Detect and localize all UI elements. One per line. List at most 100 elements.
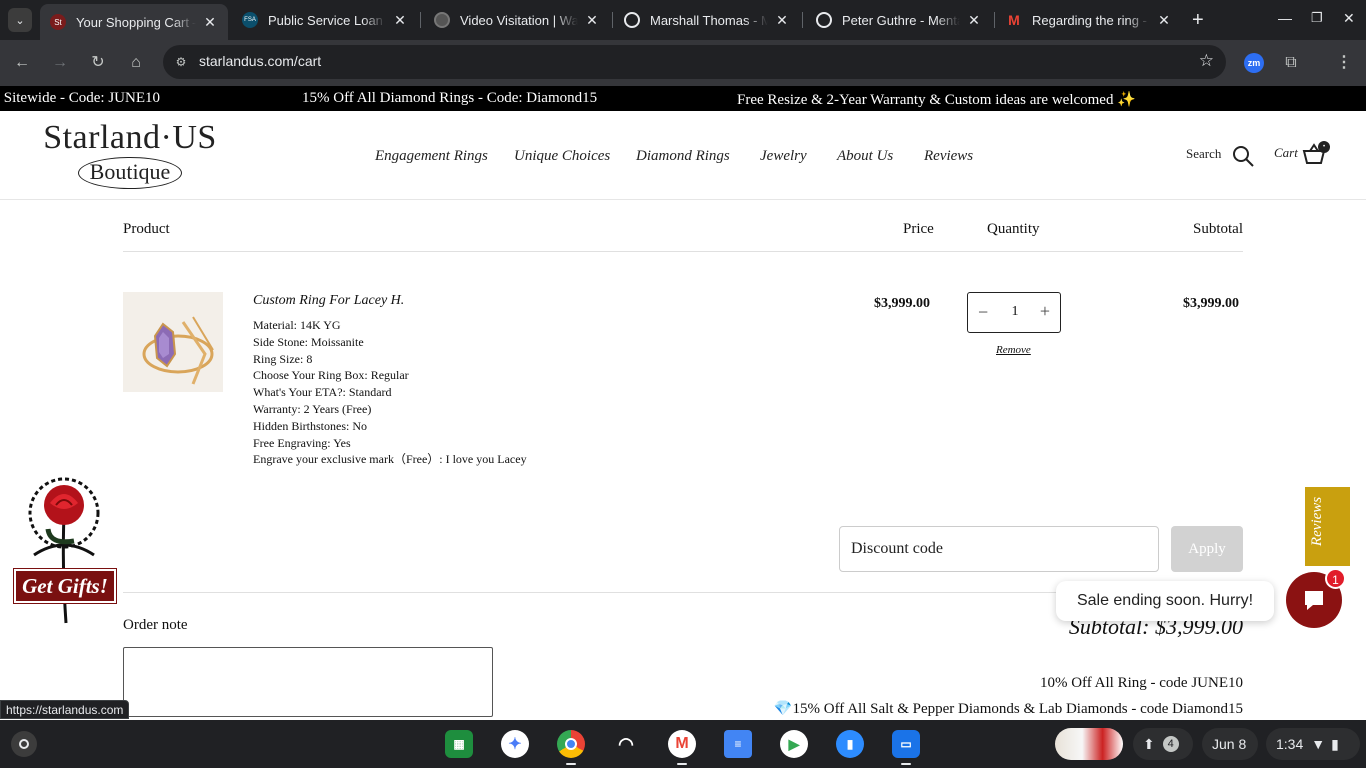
extensions-puzzle-icon[interactable]: ⧉	[1280, 53, 1302, 73]
header-divider	[123, 251, 1243, 252]
minimize-icon[interactable]: —	[1278, 10, 1292, 26]
globe-favicon-icon	[434, 12, 450, 28]
property-engraving-text: Engrave your exclusive mark（Free）: I lov…	[253, 452, 527, 467]
cart-label[interactable]: Cart	[1274, 145, 1298, 161]
column-subtotal: Subtotal	[1193, 221, 1244, 237]
search-icon[interactable]	[1231, 144, 1255, 168]
site-header: Starland·US Boutique Engagement Rings Un…	[0, 111, 1366, 200]
property-eta: What's Your ETA?: Standard	[253, 385, 392, 400]
chrome-app-icon[interactable]	[557, 730, 585, 758]
gemini-app-icon[interactable]: ✦	[501, 730, 529, 758]
announcement-item: Free Resize & 2-Year Warranty & Custom i…	[737, 92, 1136, 108]
forward-arrow-icon[interactable]: →	[49, 53, 71, 73]
restore-window-icon[interactable]: ❐	[1311, 10, 1323, 26]
search-label[interactable]: Search	[1186, 146, 1221, 162]
nav-unique-choices[interactable]: Unique Choices	[514, 148, 610, 165]
docs-app-icon[interactable]: ≡	[724, 730, 752, 758]
nav-about-us[interactable]: About Us	[837, 148, 893, 165]
address-bar[interactable]: ⚙ starlandus.com/cart ☆	[163, 45, 1226, 79]
launcher-icon[interactable]	[11, 731, 37, 757]
nav-diamond-rings[interactable]: Diamond Rings	[636, 148, 730, 165]
tab-video-visitation[interactable]: Video Visitation | Was ✕	[424, 4, 610, 36]
remove-item-link[interactable]: Remove	[996, 344, 1031, 356]
running-indicator	[677, 763, 687, 765]
status-tray[interactable]: 1:34 ▼ ▮	[1266, 728, 1360, 760]
get-gifts-widget[interactable]: Get Gifts!	[13, 475, 117, 625]
starland-favicon-icon: St	[50, 14, 66, 30]
announcement-item: f Sitewide - Code: JUNE10	[0, 90, 160, 106]
close-tab-icon[interactable]: ✕	[966, 12, 982, 29]
nav-reviews[interactable]: Reviews	[924, 148, 973, 165]
tab-pslf[interactable]: FSA Public Service Loan Fo ✕	[232, 4, 418, 36]
column-product: Product	[123, 221, 170, 237]
property-hidden-birthstones: Hidden Birthstones: No	[253, 418, 367, 433]
reload-icon[interactable]: ↻	[87, 53, 109, 73]
promo-line: 10% Off All Ring - code JUNE10	[1039, 675, 1243, 691]
close-tab-icon[interactable]: ✕	[774, 12, 790, 29]
reviews-side-label: Reviews	[1309, 496, 1325, 547]
new-tab-plus-icon[interactable]: +	[1192, 10, 1204, 30]
cast-app-icon[interactable]: ◠	[612, 730, 640, 758]
zoom-extension-icon[interactable]: zm	[1244, 53, 1264, 73]
tab-separator	[420, 12, 421, 28]
tab-search-chevron-icon[interactable]: ⌄	[8, 8, 32, 32]
battery-icon: ▮	[1331, 735, 1339, 752]
holding-space-thumbnail[interactable]	[1055, 728, 1123, 760]
tab-separator	[612, 12, 613, 28]
logo-wordmark: Starland·US	[43, 119, 217, 156]
close-window-icon[interactable]: ✕	[1343, 10, 1355, 27]
tab-title: Video Visitation | Was	[460, 12, 578, 28]
sale-message-bubble[interactable]: Sale ending soon. Hurry!	[1056, 581, 1274, 621]
close-tab-icon[interactable]: ✕	[202, 14, 218, 31]
zoom-app-icon[interactable]: ▮	[836, 730, 864, 758]
browser-toolbar: ← → ↻ ⌂ ⚙ starlandus.com/cart ☆ zm ⧉ ⋮	[0, 40, 1366, 86]
nav-jewelry[interactable]: Jewelry	[760, 148, 807, 165]
logo-boutique-oval: Boutique	[78, 157, 182, 189]
close-tab-icon[interactable]: ✕	[584, 12, 600, 29]
clock-time: 1:34	[1276, 736, 1304, 752]
increase-quantity-button[interactable]: +	[1040, 301, 1050, 322]
date-tray[interactable]: Jun 8	[1202, 728, 1258, 760]
order-note-textarea[interactable]	[123, 647, 493, 717]
notifications-tray[interactable]: ⬆ 4	[1133, 728, 1193, 760]
product-title-link[interactable]: Custom Ring For Lacey H.	[253, 293, 404, 309]
reviews-side-tab[interactable]: Reviews	[1305, 487, 1350, 566]
play-store-app-icon[interactable]: ▶	[780, 730, 808, 758]
fsa-favicon-icon: FSA	[242, 12, 258, 28]
quantity-stepper: − 1 +	[967, 292, 1061, 333]
home-icon[interactable]: ⌂	[125, 53, 147, 73]
item-price: $3,999.00	[874, 296, 930, 311]
tab-shopping-cart[interactable]: St Your Shopping Cart – ✕	[40, 4, 228, 40]
apply-discount-button[interactable]: Apply	[1171, 526, 1243, 572]
tab-gmail[interactable]: M Regarding the ring - b ✕	[996, 4, 1182, 36]
close-tab-icon[interactable]: ✕	[392, 12, 408, 29]
property-warranty: Warranty: 2 Years (Free)	[253, 401, 372, 416]
tab-title: Marshall Thomas - Me	[650, 12, 768, 28]
site-info-icon[interactable]: ⚙	[171, 52, 191, 72]
tab-peter-guthre[interactable]: Peter Guthre - Mental ✕	[806, 4, 992, 36]
item-subtotal: $3,999.00	[1183, 296, 1239, 311]
column-quantity: Quantity	[987, 221, 1040, 237]
gear-favicon-icon	[624, 12, 640, 28]
files-app-icon[interactable]: ▭	[892, 730, 920, 758]
close-tab-icon[interactable]: ✕	[1156, 12, 1172, 29]
tab-title: Peter Guthre - Mental	[842, 12, 960, 28]
tab-separator	[994, 12, 995, 28]
sheets-app-icon[interactable]: ▦	[445, 730, 473, 758]
bookmark-star-icon[interactable]: ☆	[1199, 51, 1214, 71]
gmail-app-icon[interactable]: M	[668, 730, 696, 758]
tab-marshall-thomas[interactable]: Marshall Thomas - Me ✕	[614, 4, 800, 36]
chrome-menu-icon[interactable]: ⋮	[1333, 53, 1355, 73]
browser-tab-strip: ⌄ St Your Shopping Cart – ✕ FSA Public S…	[0, 0, 1366, 40]
back-arrow-icon[interactable]: ←	[11, 53, 33, 73]
product-image[interactable]	[123, 292, 223, 392]
discount-code-input[interactable]: Discount code	[839, 526, 1159, 572]
announcement-item: 15% Off All Diamond Rings - Code: Diamon…	[302, 90, 598, 106]
cart-count-badge: •	[1318, 141, 1330, 153]
nav-engagement-rings[interactable]: Engagement Rings	[375, 148, 488, 165]
property-free-engraving: Free Engraving: Yes	[253, 435, 351, 450]
running-indicator	[901, 763, 911, 765]
property-ring-box: Choose Your Ring Box: Regular	[253, 368, 409, 383]
get-gifts-label[interactable]: Get Gifts!	[13, 568, 117, 604]
starland-logo[interactable]: Starland·US Boutique	[38, 119, 222, 193]
